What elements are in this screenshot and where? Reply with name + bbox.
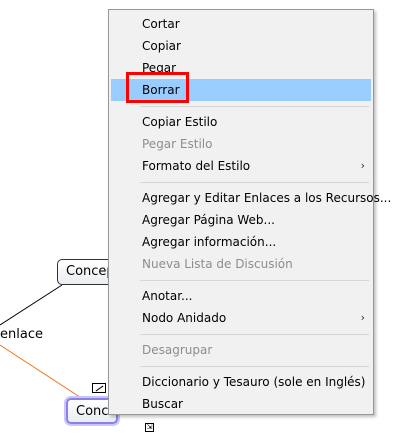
menu-item-copiar-estilo[interactable]: Copiar Estilo [111,111,371,133]
menu-item-label: Nueva Lista de Discusión [142,257,293,271]
menu-item-agregar-enlaces[interactable]: Agregar y Editar Enlaces a los Recursos.… [111,187,391,209]
annotation-highlight-box [126,72,189,103]
menu-item-desagrupar[interactable]: Desagrupar [111,339,371,361]
menu-separator [140,366,369,367]
menu-item-anotar[interactable]: Anotar... [111,285,371,307]
menu-item-label: Agregar Página Web... [142,213,275,227]
menu-item-diccionario-tesauro[interactable]: Diccionario y Tesauro (sole en Inglés) [111,371,371,393]
menu-separator [140,106,369,107]
menu-item-copiar[interactable]: Copiar [111,35,371,57]
menu-item-label: Diccionario y Tesauro (sole en Inglés) [142,375,366,389]
menu-item-cortar[interactable]: Cortar [111,13,371,35]
resize-handle-icon[interactable]: ⇲ [145,423,154,432]
menu-item-formato-del-estilo[interactable]: Formato del Estilo › [111,155,371,177]
chevron-right-icon: › [360,311,365,324]
chevron-right-icon: › [360,159,365,172]
menu-item-agregar-informacion[interactable]: Agregar información... [111,231,371,253]
menu-separator [140,334,369,335]
menu-item-label: Copiar [142,39,181,53]
menu-item-nueva-lista-discusion[interactable]: Nueva Lista de Discusión [111,253,371,275]
menu-item-label: Desagrupar [142,343,213,357]
menu-item-label: Agregar información... [142,235,277,249]
menu-item-label: Anotar... [142,289,193,303]
menu-item-label: Pegar Estilo [142,137,213,151]
menu-item-buscar[interactable]: Buscar [111,393,371,415]
link-label[interactable]: enlace [0,327,43,342]
context-menu: Cortar Copiar Pegar Borrar Copiar Estilo… [108,9,391,415]
menu-item-nodo-anidado[interactable]: Nodo Anidado › [111,307,371,329]
menu-item-label: Formato del Estilo [142,159,251,173]
menu-item-label: Nodo Anidado [142,311,227,325]
menu-item-agregar-pagina-web[interactable]: Agregar Página Web... [111,209,371,231]
menu-item-label: Buscar [142,397,183,411]
connection-line-black [0,284,63,326]
menu-item-label: Copiar Estilo [142,115,218,129]
edit-icon[interactable] [92,383,106,393]
menu-item-label: Cortar [142,17,180,31]
menu-separator [140,280,369,281]
menu-separator [140,182,369,183]
menu-item-pegar-estilo[interactable]: Pegar Estilo [111,133,371,155]
menu-item-label: Agregar y Editar Enlaces a los Recursos.… [142,191,392,205]
connection-line-orange [0,344,93,406]
